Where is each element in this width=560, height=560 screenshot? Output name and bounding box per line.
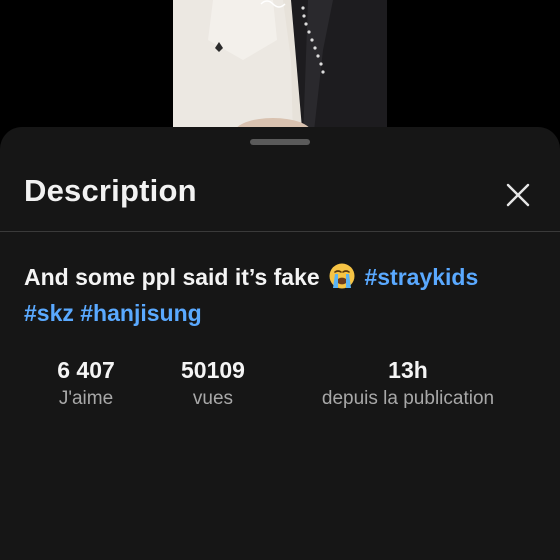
hashtag-link-hanjisung[interactable]: #hanjisung [80,300,201,326]
video-frame-image [173,0,387,140]
loudly-crying-face-emoji-icon [328,262,356,290]
hashtag-link-skz[interactable]: #skz [24,300,74,326]
close-icon [506,183,530,207]
posted-time-stat: 13h depuis la publication [298,355,518,413]
posted-time-label: depuis la publication [321,388,495,409]
drag-handle[interactable] [250,139,310,145]
likes-label: J'aime [58,388,114,409]
stats-row: 6 407 J'aime 50109 vues 13h depuis la pu… [0,355,560,415]
caption-text: And some ppl said it’s fake [24,264,320,290]
sheet-header: Description [0,155,560,232]
likes-count: 6 407 [57,357,115,383]
description-sheet: Description And some ppl said it’s fake … [0,127,560,560]
views-label: vues [192,388,234,409]
hashtag-link-straykids[interactable]: #straykids [364,264,478,290]
views-count: 50109 [181,357,245,383]
likes-stat: 6 407 J'aime [36,355,136,413]
views-stat: 50109 vues [163,355,263,413]
video-caption: And some ppl said it’s fake #straykids #… [24,259,534,331]
posted-time-value: 13h [388,357,428,383]
video-preview[interactable] [173,0,387,140]
close-button[interactable] [500,177,536,213]
screen: Description And some ppl said it’s fake … [0,0,560,560]
sheet-title: Description [24,173,197,208]
